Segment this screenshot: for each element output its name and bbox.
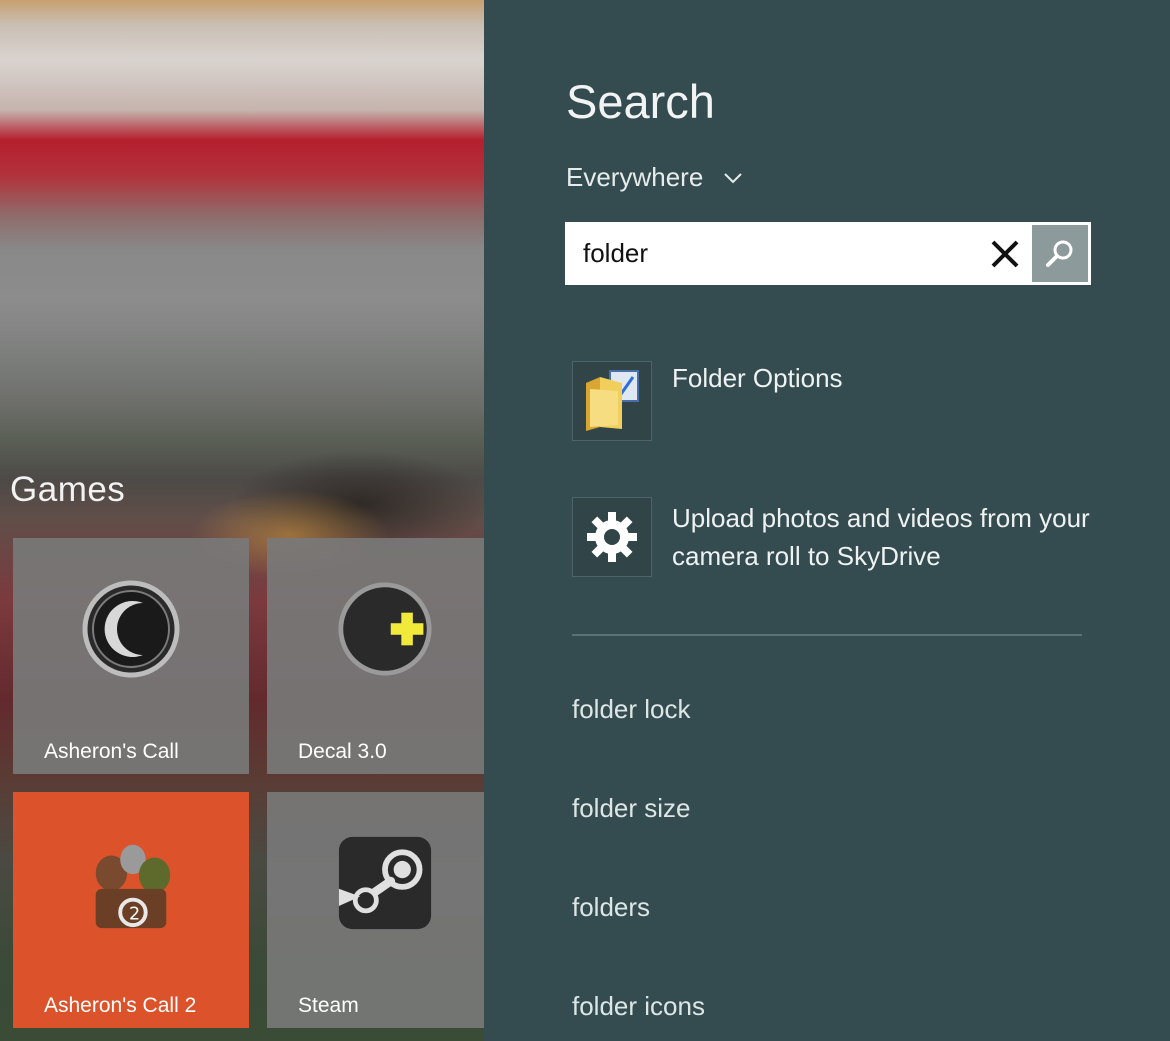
search-suggestion[interactable]: folder icons [572,991,705,1022]
folder-options-icon [572,361,652,441]
scope-label: Everywhere [566,162,704,192]
tile-label: Decal 3.0 [298,740,387,763]
result-title: Upload photos and videos from your camer… [672,503,1090,571]
chevron-down-icon [724,172,742,183]
decal-icon [337,581,433,681]
search-scope-dropdown[interactable]: Everywhere [566,162,743,193]
tile-label: Steam [298,994,359,1017]
clear-button[interactable] [987,236,1023,272]
asherons-call-icon [81,579,181,683]
search-pane: Search Everywhere folder Folder Options … [484,0,1170,1041]
svg-text:2: 2 [129,904,140,924]
tile-steam[interactable]: Steam [267,792,484,1028]
result-title: Folder Options [672,363,843,393]
search-suggestion[interactable]: folder size [572,793,691,824]
asherons-call-2-icon: 2 [82,834,180,936]
search-icon [1046,240,1073,267]
search-box [565,222,1091,285]
tile-asherons-call[interactable]: Asheron's Call [13,538,249,774]
search-result[interactable]: Folder Options [572,361,843,441]
group-title: Games [10,470,126,509]
close-icon [991,240,1019,268]
tile-label: Asheron's Call 2 [44,994,197,1017]
search-input[interactable] [583,222,963,285]
search-result[interactable]: Upload photos and videos from your camer… [572,497,1092,577]
search-suggestion[interactable]: folders [572,892,650,923]
start-screen-background: Games Asheron's Call Decal 3.0 2 Asheron… [0,0,484,1041]
results-divider [572,634,1082,636]
tile-label: Asheron's Call [44,740,179,763]
gear-icon [572,497,652,577]
pane-title: Search [566,75,715,128]
tile-asherons-call-2[interactable]: 2 Asheron's Call 2 [13,792,249,1028]
tile-decal[interactable]: Decal 3.0 [267,538,484,774]
search-suggestion[interactable]: folder lock [572,694,691,725]
steam-icon [337,835,433,935]
search-button[interactable] [1032,225,1088,282]
